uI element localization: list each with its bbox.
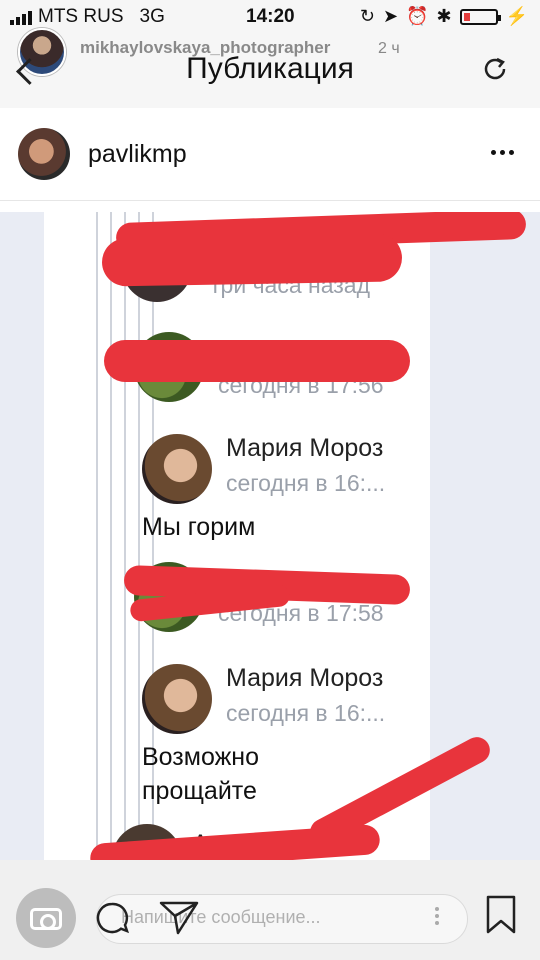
network-label: 3G xyxy=(139,6,165,27)
message-text: Мы горим xyxy=(142,513,256,541)
bottom-bar: Напишите сообщение... xyxy=(0,860,540,960)
message-time: сегодня в 16:... xyxy=(226,700,386,726)
message-text: Возможно xyxy=(142,743,260,771)
send-icon[interactable] xyxy=(158,898,200,938)
status-bar: MTS RUS 3G 14:20 ↻ ➤ ⏰ ✱ ⚡ xyxy=(0,0,540,36)
message-text: прощайте xyxy=(142,777,257,805)
message-avatar xyxy=(142,664,212,734)
more-icon[interactable] xyxy=(491,150,514,155)
post-photo[interactable]: три часа назад сегодня в 17:56 Мария Мор… xyxy=(0,212,540,860)
post-avatar[interactable] xyxy=(18,128,70,180)
camera-icon xyxy=(30,908,62,930)
status-time: 14:20 xyxy=(246,6,295,27)
message-placeholder: Напишите сообщение... xyxy=(121,907,321,927)
input-menu-icon[interactable] xyxy=(435,907,439,925)
header: mikhaylovskaya_photographer 2 ч Публикац… xyxy=(0,28,540,109)
message-author: Мария Мороз xyxy=(226,664,384,692)
lock-rotation-icon: ↻ xyxy=(359,6,375,26)
redaction-scribble xyxy=(101,233,403,287)
bluetooth-icon: ✱ xyxy=(436,6,452,26)
carrier-label: MTS RUS xyxy=(38,6,124,27)
location-icon: ➤ xyxy=(382,6,399,26)
message-avatar xyxy=(142,434,212,504)
camera-button[interactable] xyxy=(16,888,76,948)
charging-icon: ⚡ xyxy=(505,6,528,26)
battery-icon xyxy=(459,8,501,25)
comment-icon[interactable] xyxy=(92,898,132,938)
message-time: сегодня в 16:... xyxy=(226,470,386,496)
message-input[interactable]: Напишите сообщение... xyxy=(96,894,468,944)
page-title: Публикация xyxy=(186,52,354,85)
refresh-icon[interactable] xyxy=(480,54,510,84)
post-username[interactable]: pavlikmp xyxy=(88,140,187,169)
bookmark-icon[interactable] xyxy=(484,894,518,936)
redaction-scribble xyxy=(104,340,410,382)
message-author: Мария Мороз xyxy=(226,434,384,462)
signal-icon xyxy=(10,9,32,25)
post-header: pavlikmp xyxy=(0,108,540,201)
alarm-icon: ⏰ xyxy=(406,6,429,26)
